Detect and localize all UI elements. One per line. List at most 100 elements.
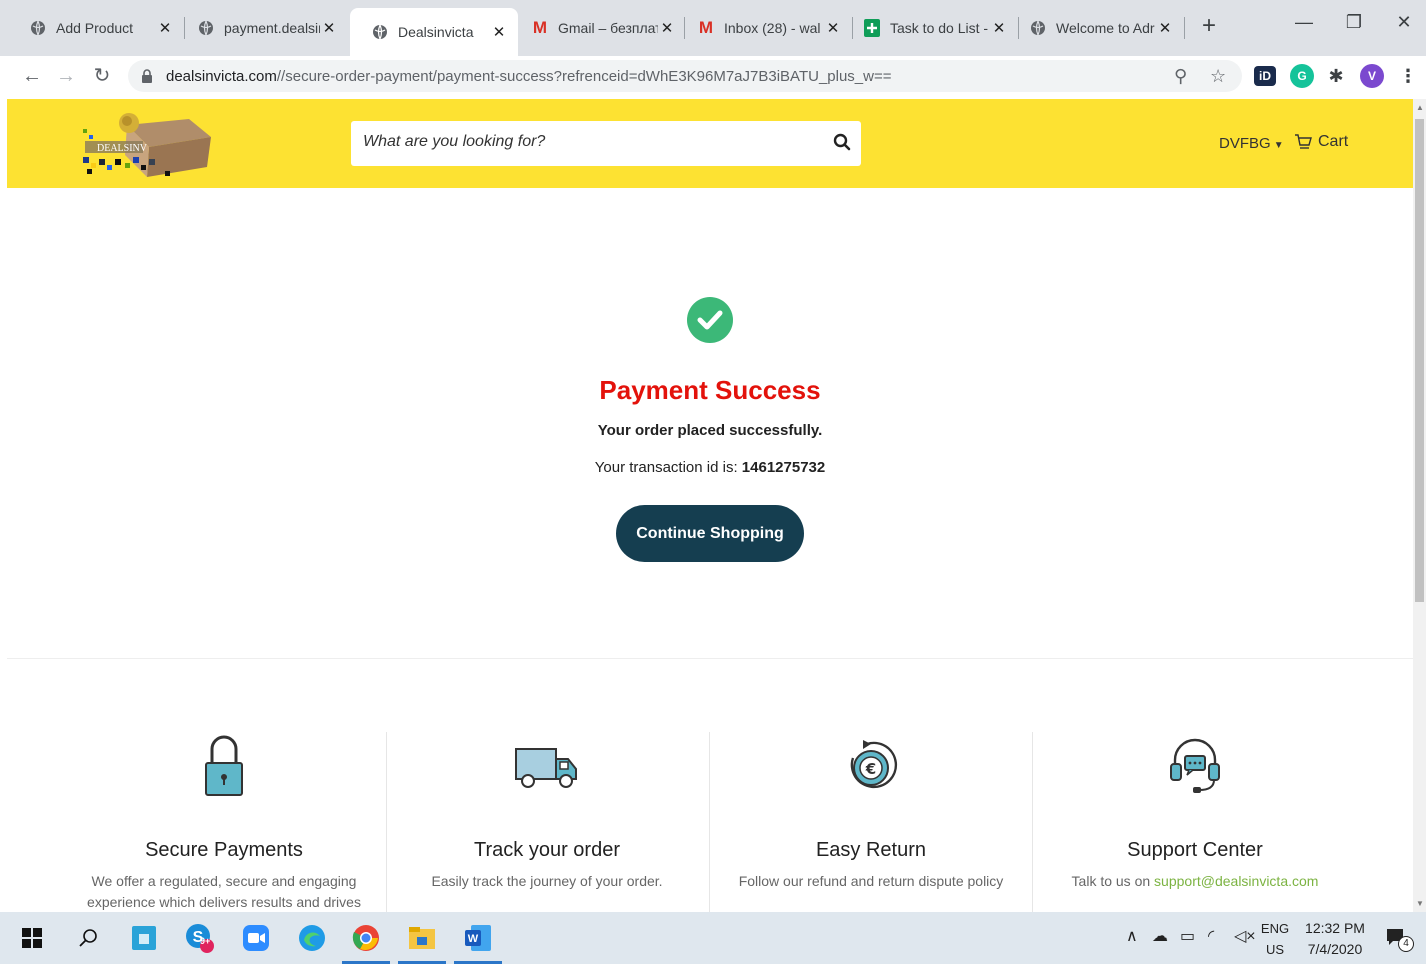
notification-count: 4 bbox=[1398, 936, 1414, 952]
battery-icon[interactable]: ▭ bbox=[1180, 926, 1195, 946]
restore-button[interactable]: ❐ bbox=[1334, 12, 1374, 33]
tab-payment[interactable]: payment.dealsin ✕ bbox=[176, 8, 348, 48]
close-icon[interactable]: ✕ bbox=[824, 19, 842, 37]
close-icon[interactable]: ✕ bbox=[658, 19, 676, 37]
profile-avatar[interactable]: V bbox=[1360, 64, 1384, 88]
globe-icon bbox=[372, 24, 388, 40]
support-email-link[interactable]: support@dealsinvicta.com bbox=[1154, 873, 1318, 889]
feature-description: Talk to us on support@dealsinvicta.com bbox=[1046, 871, 1344, 892]
reload-icon[interactable]: ↻ bbox=[88, 62, 116, 90]
close-icon[interactable]: ✕ bbox=[320, 19, 338, 37]
feature-support-center: Support Center Talk to us on support@dea… bbox=[1034, 730, 1356, 915]
back-icon[interactable]: ← bbox=[18, 62, 46, 90]
continue-shopping-button[interactable]: Continue Shopping bbox=[616, 505, 804, 562]
new-tab-button[interactable]: + bbox=[1196, 14, 1222, 40]
notification-center-icon[interactable]: 4 bbox=[1380, 922, 1414, 954]
search-icon[interactable] bbox=[833, 133, 851, 151]
close-icon[interactable]: ✕ bbox=[990, 19, 1008, 37]
windows-start-icon[interactable] bbox=[16, 922, 48, 954]
tab-dealsinvicta[interactable]: Dealsinvicta ✕ bbox=[350, 8, 518, 56]
tab-welcome[interactable]: Welcome to Adr ✕ bbox=[1008, 8, 1184, 48]
taskbar-clock[interactable]: 12:32 PM 7/4/2020 bbox=[1300, 918, 1370, 960]
payment-success-title: Payment Success bbox=[599, 375, 821, 405]
truck-icon bbox=[515, 748, 577, 788]
scroll-down-icon[interactable]: ▼ bbox=[1416, 899, 1424, 908]
cart-label: Cart bbox=[1318, 133, 1349, 150]
address-bar[interactable]: dealsinvicta.com//secure-order-payment/p… bbox=[128, 60, 1242, 92]
tray-chevron-icon[interactable]: ∧ bbox=[1126, 926, 1138, 946]
feature-title: Easy Return bbox=[815, 839, 927, 861]
extensions-puzzle-icon[interactable]: ✱ bbox=[1324, 64, 1348, 88]
page-scrollbar[interactable]: ▲ ▼ bbox=[1413, 99, 1426, 912]
svg-text:€: € bbox=[865, 760, 876, 778]
lang-line1: ENG bbox=[1260, 921, 1290, 936]
transaction-prefix: Your transaction id is: bbox=[594, 459, 738, 476]
bookmark-star-icon[interactable]: ☆ bbox=[1210, 66, 1226, 87]
globe-icon bbox=[30, 20, 46, 36]
feature-description: Follow our refund and return dispute pol… bbox=[738, 873, 1004, 889]
site-header: DEALSINV DVFBG▼ Cart bbox=[7, 99, 1413, 188]
feature-title: Track your order bbox=[474, 839, 620, 861]
tab-title: Gmail – безплат bbox=[558, 20, 658, 36]
chrome-icon[interactable] bbox=[350, 922, 382, 954]
minimize-button[interactable]: — bbox=[1284, 12, 1324, 33]
search-icon[interactable] bbox=[72, 922, 104, 954]
tab-title: Add Product bbox=[56, 20, 134, 36]
sheets-icon bbox=[864, 19, 880, 37]
close-icon[interactable]: ✕ bbox=[1156, 19, 1174, 37]
feature-track-order: Track your order Easily track the journe… bbox=[386, 730, 708, 915]
browser-tab-strip: Add Product ✕ payment.dealsin ✕ Dealsinv… bbox=[0, 0, 1426, 56]
feature-easy-return: € Easy Return Follow our refund and retu… bbox=[710, 730, 1032, 915]
store-app-icon[interactable] bbox=[128, 922, 160, 954]
lang-line2: US bbox=[1265, 942, 1285, 957]
grammarly-icon[interactable]: G bbox=[1290, 64, 1314, 88]
cart-link[interactable]: Cart bbox=[1294, 133, 1348, 151]
tab-gmail[interactable]: M Gmail – безплат ✕ bbox=[510, 8, 686, 48]
window-close-button[interactable]: ✕ bbox=[1384, 12, 1424, 33]
globe-icon bbox=[198, 20, 214, 36]
feature-title: Secure Payments bbox=[145, 839, 303, 861]
language-indicator[interactable]: ENG US bbox=[1260, 918, 1290, 960]
edge-icon[interactable] bbox=[296, 922, 328, 954]
svg-text:DEALSINV: DEALSINV bbox=[97, 143, 148, 154]
dealsinvicta-logo[interactable]: DEALSINV bbox=[79, 107, 219, 183]
menu-kebab-icon[interactable]: ⋮ bbox=[1396, 64, 1420, 88]
close-icon[interactable]: ✕ bbox=[156, 19, 174, 37]
padlock-icon bbox=[205, 735, 243, 796]
feature-separator bbox=[1032, 732, 1033, 914]
gmail-icon: M bbox=[532, 18, 548, 37]
onedrive-icon[interactable]: ☁ bbox=[1152, 926, 1168, 946]
clock-time: 12:32 PM bbox=[1305, 920, 1365, 936]
feature-secure-payments: Secure Payments We offer a regulated, se… bbox=[63, 730, 385, 915]
wifi-icon[interactable]: ◜ bbox=[1208, 926, 1214, 946]
tab-title: Task to do List - bbox=[890, 20, 989, 36]
tab-title: Inbox (28) - wal bbox=[724, 20, 821, 36]
close-icon[interactable]: ✕ bbox=[490, 23, 508, 41]
transaction-id: 1461275732 bbox=[741, 459, 826, 476]
lock-icon bbox=[142, 69, 152, 83]
scroll-thumb[interactable] bbox=[1415, 119, 1424, 602]
feature-description: We offer a regulated, secure and engagin… bbox=[87, 873, 361, 910]
windows-taskbar: S 9+ W ∧ ☁ ▭ ◜ ◁× ENG US 12:32 PM 7/4/2020… bbox=[0, 912, 1426, 964]
id-extension-icon[interactable]: iD bbox=[1254, 66, 1276, 86]
tab-add-product[interactable]: Add Product ✕ bbox=[8, 8, 184, 48]
account-dropdown[interactable]: DVFBG ▼ bbox=[1219, 135, 1284, 152]
tab-title: Dealsinvicta bbox=[398, 24, 474, 40]
skype-icon[interactable]: S 9+ bbox=[184, 922, 216, 954]
browser-toolbar: ← → ↻ dealsinvicta.com//secure-order-pay… bbox=[0, 56, 1426, 96]
volume-muted-icon[interactable]: ◁× bbox=[1234, 926, 1256, 946]
zoom-icon[interactable]: ⚲ bbox=[1174, 66, 1187, 87]
cart-icon bbox=[1295, 134, 1312, 149]
tab-task-list[interactable]: Task to do List - ✕ bbox=[842, 8, 1018, 48]
tab-title: Welcome to Adr bbox=[1056, 20, 1155, 36]
tab-inbox[interactable]: M Inbox (28) - wal ✕ bbox=[676, 8, 852, 48]
zoom-app-icon[interactable] bbox=[240, 922, 272, 954]
scroll-up-icon[interactable]: ▲ bbox=[1416, 103, 1424, 112]
search-input[interactable] bbox=[363, 133, 823, 151]
svg-text:W: W bbox=[468, 933, 479, 945]
caret-down-icon: ▼ bbox=[1273, 140, 1284, 151]
file-explorer-icon[interactable] bbox=[406, 922, 438, 954]
forward-icon[interactable]: → bbox=[52, 62, 80, 90]
word-icon[interactable]: W bbox=[462, 922, 494, 954]
id-extension-label: iD bbox=[1259, 69, 1271, 83]
